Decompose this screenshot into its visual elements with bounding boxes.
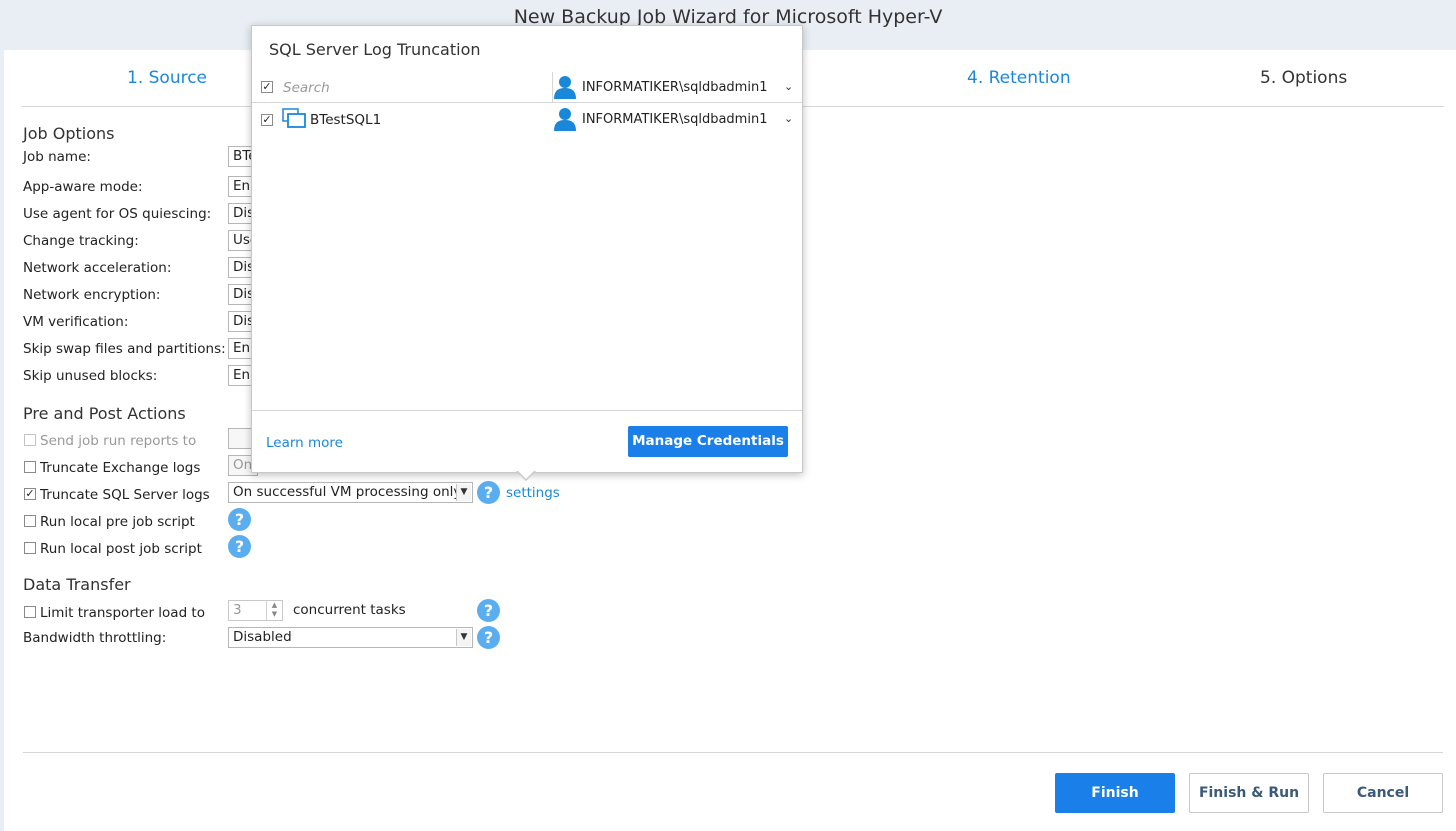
truncate-sql-label: Truncate SQL Server logs (40, 487, 210, 503)
help-icon[interactable]: ? (477, 599, 500, 622)
skip-unused-label: Skip unused blocks: (23, 368, 158, 384)
help-icon[interactable]: ? (228, 508, 251, 531)
chevron-down-icon: ▼ (456, 484, 471, 501)
network-acceleration-label: Network acceleration: (23, 260, 172, 276)
job-options-title: Job Options (23, 124, 115, 143)
popup-title: SQL Server Log Truncation (269, 40, 481, 59)
truncate-sql-value: On successful VM processing only (233, 484, 462, 500)
manage-credentials-button[interactable]: Manage Credentials (628, 426, 788, 457)
change-tracking-label: Change tracking: (23, 233, 139, 249)
help-icon[interactable]: ? (228, 535, 251, 558)
truncate-sql-select[interactable]: On successful VM processing only ▼ (228, 482, 473, 503)
skip-swap-label: Skip swap files and partitions: (23, 341, 226, 357)
post-script-label: Run local post job script (40, 541, 202, 557)
truncate-exchange-checkbox[interactable] (24, 461, 36, 473)
user-icon (554, 76, 576, 99)
learn-more-link[interactable]: Learn more (266, 435, 343, 451)
header-credential: INFORMATIKER\sqldbadmin1 (582, 80, 768, 95)
finish-run-button[interactable]: Finish & Run (1189, 773, 1309, 813)
step-options[interactable]: 5. Options (1260, 68, 1347, 88)
step-retention[interactable]: 4. Retention (967, 68, 1071, 88)
chevron-down-icon[interactable]: ⌄ (784, 80, 793, 93)
stepper-arrows-icon[interactable]: ▲ ▼ (266, 601, 282, 620)
settings-link[interactable]: settings (506, 485, 560, 501)
app-aware-label: App-aware mode: (23, 179, 143, 195)
step-source[interactable]: 1. Source (127, 68, 207, 88)
help-icon[interactable]: ? (477, 481, 500, 504)
vm-credential: INFORMATIKER\sqldbadmin1 (582, 112, 768, 127)
vm-icon (282, 108, 306, 128)
search-input[interactable]: Search (283, 80, 330, 96)
bandwidth-select[interactable]: Disabled ▼ (228, 627, 473, 648)
vm-name: BTestSQL1 (310, 112, 382, 128)
footer-divider (23, 752, 1443, 753)
chevron-down-icon: ▼ (456, 629, 471, 646)
popup-footer-divider (252, 410, 802, 411)
send-reports-label: Send job run reports to (40, 433, 197, 449)
vm-checkbox[interactable]: ✓ (261, 114, 273, 126)
limit-load-checkbox[interactable] (24, 606, 36, 618)
popup-header-row: ✓ Search INFORMATIKER\sqldbadmin1 ⌄ (252, 72, 802, 103)
column-divider (552, 72, 553, 102)
job-name-label: Job name: (23, 149, 91, 165)
finish-button[interactable]: Finish (1055, 773, 1175, 813)
pre-post-title: Pre and Post Actions (23, 404, 186, 423)
chevron-down-icon[interactable]: ⌄ (784, 112, 793, 125)
pre-script-label: Run local pre job script (40, 514, 195, 530)
send-reports-checkbox[interactable] (24, 434, 36, 446)
post-script-checkbox[interactable] (24, 542, 36, 554)
user-icon (554, 108, 576, 131)
cancel-button[interactable]: Cancel (1323, 773, 1443, 813)
network-encryption-label: Network encryption: (23, 287, 161, 303)
concurrent-tasks-label: concurrent tasks (293, 602, 406, 618)
os-quiescing-label: Use agent for OS quiescing: (23, 206, 212, 222)
help-icon[interactable]: ? (477, 626, 500, 649)
data-transfer-title: Data Transfer (23, 575, 131, 594)
truncate-exchange-label: Truncate Exchange logs (40, 460, 201, 476)
limit-load-stepper[interactable]: 3 ▲ ▼ (228, 600, 283, 621)
truncate-sql-checkbox[interactable]: ✓ (24, 488, 36, 500)
vm-verification-label: VM verification: (23, 314, 129, 330)
sql-log-truncation-popup: SQL Server Log Truncation ✓ Search INFOR… (251, 25, 803, 473)
popup-pointer (516, 470, 536, 481)
limit-load-value: 3 (233, 602, 242, 618)
bandwidth-value: Disabled (233, 629, 292, 645)
bandwidth-label: Bandwidth throttling: (23, 630, 167, 646)
limit-load-label: Limit transporter load to (40, 605, 205, 621)
select-all-checkbox[interactable]: ✓ (261, 81, 273, 93)
pre-script-checkbox[interactable] (24, 515, 36, 527)
